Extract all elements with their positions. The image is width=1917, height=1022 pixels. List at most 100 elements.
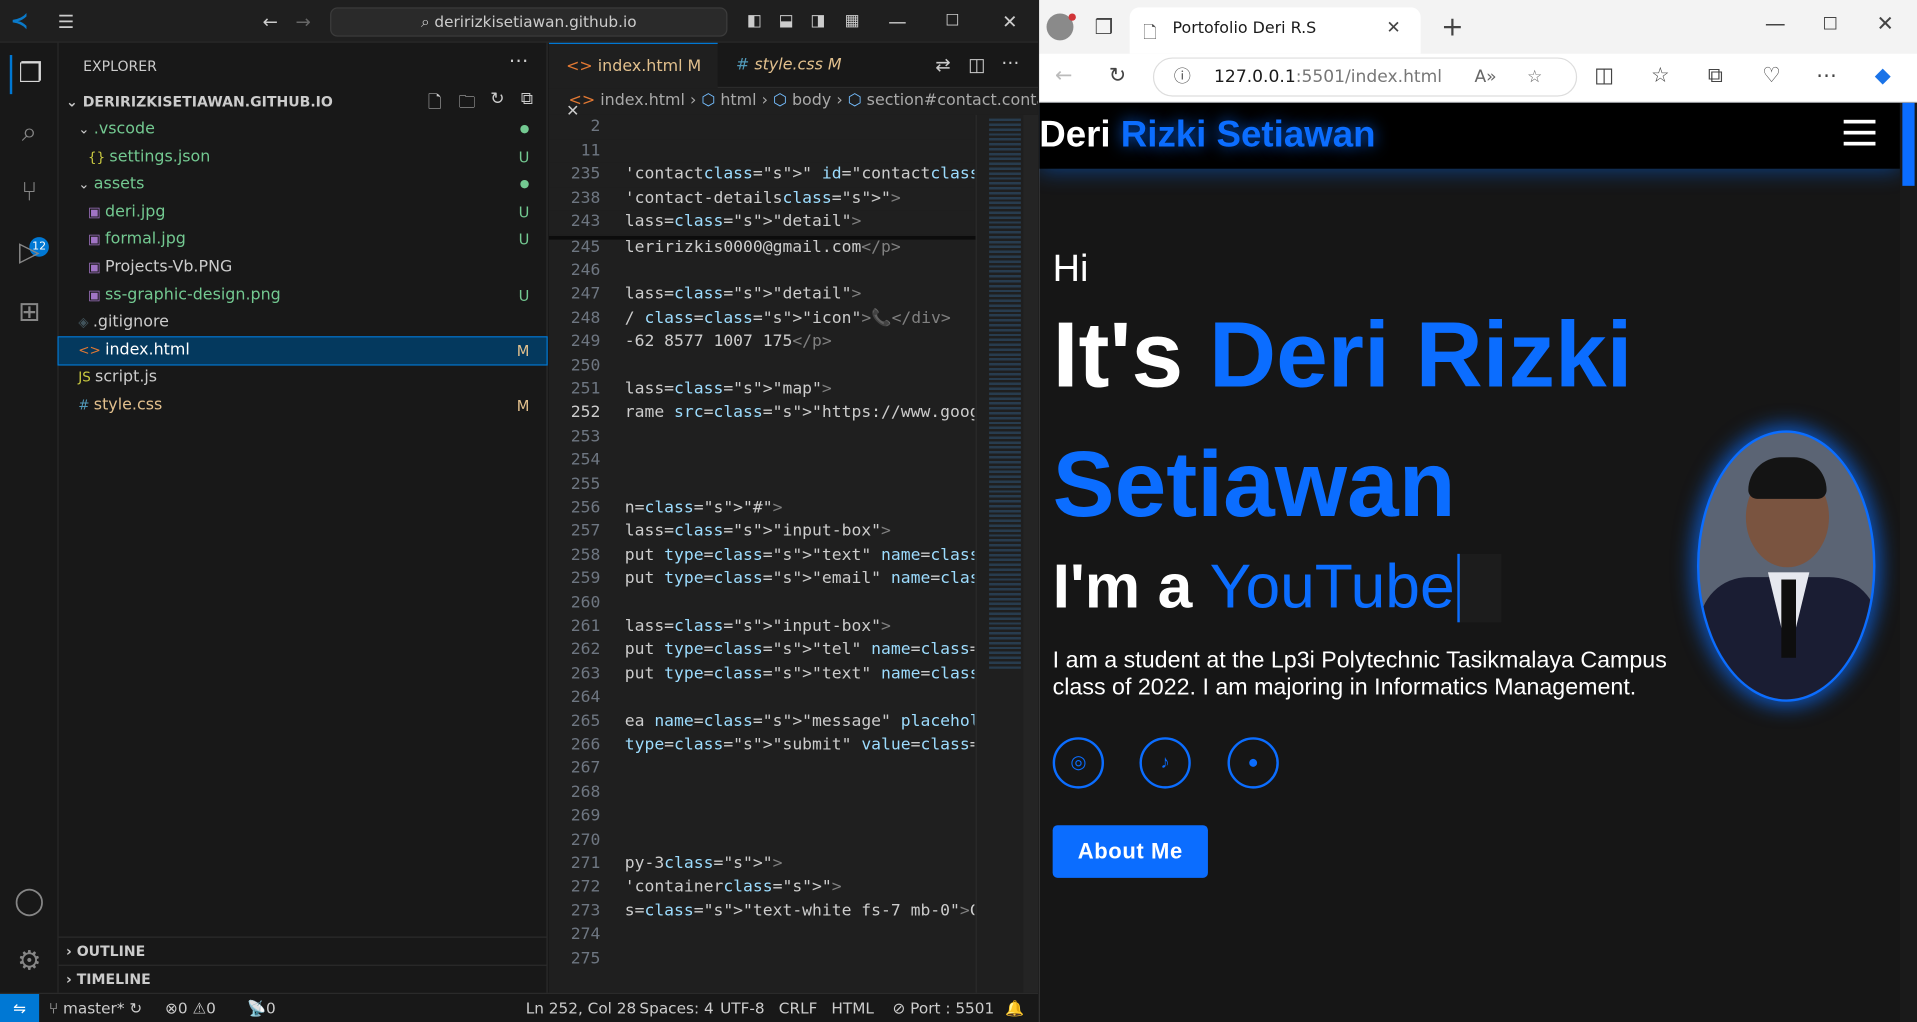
run-debug-icon[interactable]: ▷	[10, 234, 49, 273]
file-item[interactable]: ◈ .gitignore	[59, 310, 547, 337]
editor-scrollbar[interactable]	[1023, 114, 1038, 993]
menu-icon[interactable]: ☰	[54, 10, 78, 34]
page-scroll-thumb[interactable]	[1902, 102, 1915, 186]
code-line[interactable]: 263 put type=class="s">"text" name=class=…	[549, 662, 975, 686]
new-folder-icon[interactable]: 🗀	[458, 89, 475, 118]
about-me-button[interactable]: About Me	[1052, 825, 1208, 878]
file-item[interactable]: <> index.html M	[57, 335, 548, 366]
toggle-panel-icon[interactable]: ⬓	[774, 10, 798, 34]
code-line[interactable]: 268	[549, 781, 974, 805]
favorite-star-icon[interactable]: ☆	[1527, 59, 1542, 96]
read-aloud-icon[interactable]: A»	[1474, 59, 1496, 96]
more-actions-icon[interactable]: ⋯	[509, 49, 529, 72]
file-item[interactable]: {} settings.json U	[59, 144, 547, 171]
sticky-scroll-line[interactable]: 2	[548, 114, 975, 139]
file-item[interactable]: ▣ Projects-Vb.PNG	[59, 254, 547, 281]
info-icon[interactable]: ⓘ	[1174, 59, 1191, 96]
code-line[interactable]: 270	[549, 828, 974, 852]
code-line[interactable]: 267	[549, 757, 974, 781]
explorer-icon[interactable]: ❐	[9, 55, 49, 95]
code-line[interactable]: 256 n=class="s">"#">	[549, 496, 974, 520]
code-line[interactable]: 248 / class=class="s">"icon">📞</div>	[549, 306, 974, 330]
minimap[interactable]	[975, 114, 1038, 993]
timeline-section[interactable]: › TIMELINE	[58, 964, 547, 992]
more-actions-icon[interactable]: ⋯	[1001, 51, 1019, 73]
ports-indicator[interactable]: 📡0	[247, 994, 276, 1022]
tab-actions-icon[interactable]: ❒	[1089, 13, 1118, 42]
code-line[interactable]: 257 lass=class="s">"input-box">	[549, 520, 974, 544]
close-tab-icon[interactable]: ✕	[1386, 18, 1400, 38]
encoding[interactable]: UTF-8	[720, 994, 765, 1022]
code-line[interactable]: 260	[549, 591, 974, 615]
tiktok-icon[interactable]: ♪	[1139, 737, 1191, 789]
split-editor-icon[interactable]: ◫	[968, 54, 985, 76]
source-control-icon[interactable]: ⑂	[10, 174, 49, 213]
code-line[interactable]: 273 s=class="s">"text-white fs-7 mb-0">Co…	[549, 899, 975, 923]
page-scrollbar[interactable]	[1899, 102, 1917, 1022]
customize-layout-icon[interactable]: ▦	[840, 10, 864, 34]
command-center-search[interactable]: ⌕ deririzkisetiawan.github.io	[330, 7, 728, 37]
breadcrumb-item[interactable]: section#contact.contact	[867, 92, 1038, 110]
live-server-port[interactable]: ⊘ Port : 5501	[892, 994, 994, 1022]
split-screen-icon[interactable]: ◫	[1589, 61, 1618, 90]
minimize-icon[interactable]: —	[885, 10, 909, 34]
code-line[interactable]: 272 'containerclass="s">">	[549, 876, 974, 900]
code-line[interactable]: 252 rame src=class="s">"https://www.googl…	[549, 401, 975, 425]
code-line[interactable]: 275	[549, 947, 974, 971]
code-line[interactable]: 245 leririzkis0000@gmail.com</p>	[549, 235, 974, 259]
extensions-icon[interactable]: ⊞	[10, 293, 49, 332]
favorites-icon[interactable]: ☆	[1646, 61, 1675, 90]
forward-arrow-icon[interactable]: →	[291, 10, 315, 34]
outline-section[interactable]: › OUTLINE	[58, 936, 547, 964]
collections-icon[interactable]: ⧉	[1701, 61, 1730, 90]
new-tab-icon[interactable]: +	[1438, 13, 1467, 42]
minimize-icon[interactable]: —	[1761, 10, 1790, 39]
compare-changes-icon[interactable]: ⇄	[935, 54, 950, 76]
sticky-scroll-line[interactable]: 11	[548, 138, 975, 163]
copilot-icon[interactable]: ◆	[1868, 61, 1897, 90]
indentation[interactable]: Spaces: 4	[639, 994, 713, 1022]
code-line[interactable]: 253	[549, 425, 974, 449]
reload-icon[interactable]: ↻	[1103, 61, 1132, 90]
tab-style-css[interactable]: # style.css M	[719, 43, 866, 88]
code-line[interactable]: 259 put type=class="s">"email" name=class…	[549, 567, 975, 591]
sticky-scroll-line[interactable]: 235 'contactclass="s">" id="contactclass=…	[548, 162, 975, 187]
toggle-secondary-sidebar-icon[interactable]: ◨	[806, 10, 830, 34]
folder-item[interactable]: ⌄ assets ●	[59, 171, 547, 198]
browser-essentials-icon[interactable]: ♡	[1757, 61, 1786, 90]
file-item[interactable]: ▣ ss-graphic-design.png U	[59, 282, 547, 309]
accounts-icon[interactable]: ◯	[10, 883, 49, 922]
code-line[interactable]: 258 put type=class="s">"text" name=class=…	[549, 544, 975, 568]
tab-index-html[interactable]: <> index.html M ✕	[548, 42, 718, 121]
breadcrumb-item[interactable]: index.html	[600, 92, 685, 110]
maximize-icon[interactable]: ☐	[940, 10, 964, 34]
code-line[interactable]: 250	[549, 354, 974, 378]
code-line[interactable]: 262 put type=class="s">"tel" name=class="…	[549, 639, 975, 663]
branch-indicator[interactable]: ⑂ master* ↻	[49, 994, 142, 1022]
code-line[interactable]: 251 lass=class="s">"map">	[549, 378, 974, 402]
breadcrumb-item[interactable]: html	[720, 92, 756, 110]
refresh-icon[interactable]: ↻	[490, 89, 504, 109]
problems-indicator[interactable]: ⊗0 ⚠0	[165, 994, 216, 1022]
github-icon[interactable]: ●	[1227, 737, 1279, 789]
hamburger-menu-icon[interactable]	[1843, 119, 1876, 146]
code-line[interactable]: 261 lass=class="s">"input-box">	[549, 615, 974, 639]
line-endings[interactable]: CRLF	[779, 994, 818, 1022]
back-arrow-icon[interactable]: ←	[1049, 61, 1078, 90]
close-window-icon[interactable]: ✕	[998, 10, 1022, 34]
file-item[interactable]: # style.css M	[59, 392, 547, 419]
address-bar[interactable]: ⓘ 127.0.0.1:5501/index.html A» ☆	[1152, 57, 1578, 97]
maximize-icon[interactable]: ☐	[1816, 10, 1845, 39]
file-item[interactable]: ▣ deri.jpg U	[59, 199, 547, 226]
code-line[interactable]: 255	[549, 473, 974, 497]
folder-item[interactable]: ⌄ .vscode ●	[59, 116, 547, 143]
sticky-scroll-line[interactable]: 243 lass=class="s">"detail">	[548, 210, 975, 235]
code-line[interactable]: 249 -62 8577 1007 175</p>	[549, 330, 974, 354]
browser-tab[interactable]: 🗋 Portofolio Deri R.S ✕	[1129, 7, 1421, 54]
file-item[interactable]: ▣ formal.jpg U	[59, 227, 547, 254]
code-line[interactable]: 246	[549, 259, 974, 283]
code-line[interactable]: 264	[549, 686, 974, 710]
new-file-icon[interactable]: 🗋	[428, 89, 442, 118]
file-item[interactable]: JS script.js	[59, 365, 547, 392]
language-mode[interactable]: HTML	[831, 994, 874, 1022]
